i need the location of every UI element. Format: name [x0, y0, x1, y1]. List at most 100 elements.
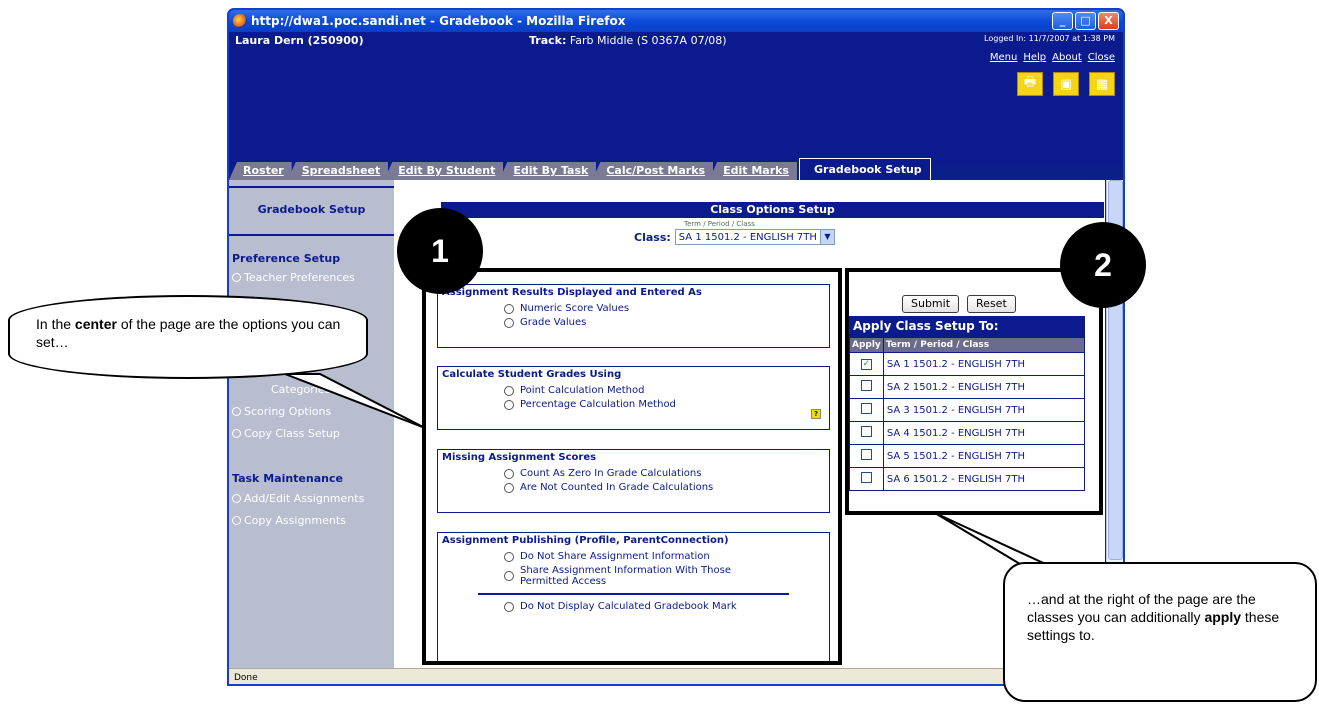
- option-count-as-zero[interactable]: Count As Zero In Grade Calculations: [438, 468, 829, 479]
- radio-button[interactable]: [504, 385, 514, 396]
- nav-item-teacher-preferences[interactable]: Teacher Preferences: [232, 271, 355, 284]
- nav-item-label: Add/Edit Assignments: [244, 492, 365, 505]
- radio-button[interactable]: [504, 317, 514, 328]
- radio-button[interactable]: [504, 601, 514, 612]
- apply-checkbox[interactable]: [860, 426, 872, 437]
- nav-title: Gradebook Setup: [229, 186, 394, 236]
- color-grid-icon[interactable]: ▦: [1089, 72, 1115, 96]
- table-row: SA 3 1501.2 - ENGLISH 7TH: [849, 398, 1086, 422]
- tab-gradebook-setup[interactable]: Gradebook Setup: [798, 158, 931, 180]
- left-callout: In the center of the page are the option…: [8, 295, 368, 379]
- apply-checkbox[interactable]: [860, 449, 872, 460]
- radio-button[interactable]: [504, 399, 514, 410]
- minimize-button[interactable]: _: [1052, 12, 1073, 30]
- class-cell: SA 2 1501.2 - ENGLISH 7TH: [882, 375, 1086, 399]
- option-not-counted[interactable]: Are Not Counted In Grade Calculations: [438, 482, 829, 493]
- radio-button[interactable]: [504, 303, 514, 314]
- submit-button[interactable]: Submit: [902, 295, 960, 313]
- task-maintenance-heading: Task Maintenance: [232, 472, 343, 485]
- radio-button[interactable]: [504, 482, 514, 493]
- class-subheading: Term / Period / Class: [684, 220, 755, 228]
- apply-checkbox[interactable]: [860, 472, 872, 483]
- divider: [478, 593, 789, 595]
- option-label: Point Calculation Method: [520, 385, 645, 396]
- left-nav: Gradebook Setup Preference Setup Teacher…: [229, 180, 394, 668]
- page-title: Class Options Setup: [441, 202, 1104, 218]
- nav-item-label: Scoring Options: [244, 405, 332, 418]
- tab-bar: Roster Spreadsheet Edit By Student Edit …: [229, 158, 931, 180]
- window-title: http://dwa1.poc.sandi.net - Gradebook - …: [251, 14, 626, 28]
- tab-edit-marks[interactable]: Edit Marks: [709, 162, 797, 180]
- chevron-down-icon[interactable]: ▼: [819, 230, 834, 244]
- callout-bold: center: [74, 316, 117, 332]
- option-percentage-calculation[interactable]: Percentage Calculation Method: [438, 399, 829, 410]
- tab-calc-post-marks[interactable]: Calc/Post Marks: [592, 162, 714, 180]
- radio-button[interactable]: [504, 468, 514, 479]
- class-label: Class:: [634, 230, 671, 244]
- class-select[interactable]: SA 1 1501.2 - ENGLISH 7TH ▼: [674, 229, 835, 245]
- nav-item-categories[interactable]: Categories: [271, 383, 330, 396]
- app-header: Laura Dern (250900) Track: Farb Middle (…: [229, 32, 1123, 167]
- tab-edit-by-task[interactable]: Edit By Task: [499, 162, 597, 180]
- radio-button[interactable]: [504, 571, 514, 581]
- header-icons: 🖶 ▣ ▦: [1017, 72, 1115, 96]
- assignment-publishing-box: Assignment Publishing (Profile, ParentCo…: [437, 532, 830, 664]
- preference-setup-heading: Preference Setup: [232, 252, 341, 265]
- menu-link[interactable]: Menu: [990, 52, 1017, 63]
- callout-text: In the: [36, 316, 75, 332]
- table-row: SA 4 1501.2 - ENGLISH 7TH: [849, 421, 1086, 445]
- maximize-button[interactable]: □: [1075, 12, 1096, 30]
- radio-icon: [232, 516, 241, 525]
- radio-button[interactable]: [504, 551, 514, 562]
- tab-edit-by-student[interactable]: Edit By Student: [384, 162, 504, 180]
- apply-checkbox[interactable]: [860, 403, 872, 414]
- radio-icon: [232, 429, 241, 438]
- option-numeric-score[interactable]: Numeric Score Values: [438, 303, 829, 314]
- option-label: Do Not Share Assignment Information: [520, 551, 710, 562]
- option-point-calculation[interactable]: Point Calculation Method: [438, 385, 829, 396]
- nav-item-add-edit-assignments[interactable]: Add/Edit Assignments: [232, 492, 364, 505]
- apply-heading: Apply Class Setup To:: [849, 316, 1085, 337]
- option-grade-values[interactable]: Grade Values: [438, 317, 829, 328]
- class-cell: SA 1 1501.2 - ENGLISH 7TH: [882, 352, 1086, 376]
- apply-checkbox[interactable]: ✓: [860, 359, 872, 370]
- table-row: SA 5 1501.2 - ENGLISH 7TH: [849, 444, 1086, 468]
- option-label: Do Not Display Calculated Gradebook Mark: [520, 601, 737, 612]
- step-badge-2: 2: [1060, 222, 1146, 308]
- close-link[interactable]: Close: [1088, 52, 1115, 63]
- close-button[interactable]: X: [1098, 12, 1119, 30]
- main-panel: Class Options Setup Term / Period / Clas…: [394, 180, 1105, 668]
- step-badge-1: 1: [397, 208, 483, 294]
- callout-bold: apply: [1204, 609, 1242, 625]
- table-row: SA 6 1501.2 - ENGLISH 7TH: [849, 467, 1086, 491]
- track-label: Track:: [529, 34, 567, 47]
- nav-item-scoring-options[interactable]: Scoring Options: [232, 405, 331, 418]
- option-do-not-share[interactable]: Do Not Share Assignment Information: [438, 551, 829, 562]
- status-bar: Done: [229, 668, 1123, 684]
- print-icon[interactable]: 🖶: [1017, 72, 1043, 96]
- apply-checkbox[interactable]: [860, 380, 872, 391]
- box-title: Calculate Student Grades Using: [442, 369, 622, 380]
- reset-button[interactable]: Reset: [967, 295, 1016, 313]
- option-do-not-display-mark[interactable]: Do Not Display Calculated Gradebook Mark: [438, 601, 829, 612]
- firefox-icon: [233, 14, 247, 28]
- box-title: Assignment Results Displayed and Entered…: [442, 287, 702, 298]
- radio-icon: [232, 494, 241, 503]
- nav-item-copy-class-setup[interactable]: Copy Class Setup: [232, 427, 340, 440]
- option-share-permitted[interactable]: Share Assignment Information With Those …: [438, 565, 829, 587]
- form-buttons: Submit Reset: [902, 295, 1016, 313]
- tab-spreadsheet[interactable]: Spreadsheet: [287, 162, 389, 180]
- nav-item-copy-assignments[interactable]: Copy Assignments: [232, 514, 346, 527]
- help-icon[interactable]: ?: [811, 409, 821, 419]
- student-photo-icon[interactable]: ▣: [1053, 72, 1079, 96]
- class-cell: SA 5 1501.2 - ENGLISH 7TH: [882, 444, 1086, 468]
- help-link[interactable]: Help: [1023, 52, 1046, 63]
- option-label: Are Not Counted In Grade Calculations: [520, 482, 714, 493]
- radio-icon: [232, 407, 241, 416]
- option-label: Count As Zero In Grade Calculations: [520, 468, 702, 479]
- col-apply: Apply: [849, 337, 884, 353]
- nav-item-label: Teacher Preferences: [244, 271, 355, 284]
- about-link[interactable]: About: [1052, 52, 1082, 63]
- option-label: Grade Values: [520, 317, 587, 328]
- tab-roster[interactable]: Roster: [229, 162, 292, 180]
